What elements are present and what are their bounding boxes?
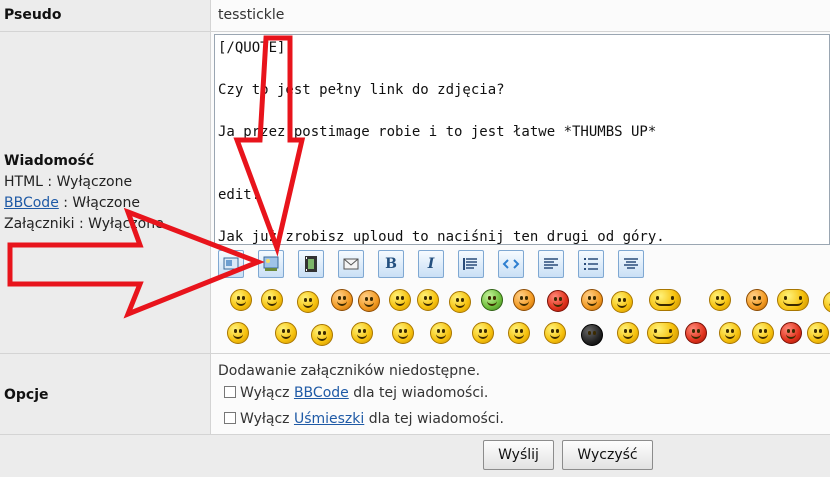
group-smiley-icon[interactable]: [777, 289, 809, 311]
smiley-icon[interactable]: [513, 289, 535, 311]
disable-prefix: Wyłącz: [240, 385, 290, 401]
code-button[interactable]: [498, 250, 524, 278]
smiley-icon[interactable]: [230, 289, 252, 311]
music-smiley-icon[interactable]: [611, 291, 633, 313]
email-button[interactable]: [338, 250, 364, 278]
group-smiley-icon[interactable]: [647, 322, 679, 344]
message-label: Wiadomość: [4, 153, 95, 169]
image-icon: [263, 256, 279, 271]
form-buttons-bar: Wyślij Wyczyść: [0, 435, 830, 477]
angry-smiley-icon[interactable]: [685, 322, 707, 344]
smiley-icon[interactable]: [275, 322, 297, 344]
sick-smiley-icon[interactable]: [481, 289, 503, 311]
smiley-icon[interactable]: [617, 322, 639, 344]
cool-smiley-icon[interactable]: [449, 291, 471, 313]
message-label-cell: Wiadomość HTML : Wyłączone BBCode : Włąc…: [0, 32, 211, 354]
smilies-link[interactable]: Uśmieszki: [294, 411, 364, 427]
smiley-icon[interactable]: [417, 289, 439, 311]
disable-bbcode-option: Wyłącz BBCode dla tej wiadomości.: [224, 385, 488, 401]
bbcode-status-line: BBCode : Włączone: [4, 193, 164, 214]
align-center-button[interactable]: [618, 250, 644, 278]
smiley-icon[interactable]: [709, 289, 731, 311]
disable-smilies-checkbox[interactable]: [224, 412, 236, 424]
bbcode-help-link[interactable]: BBCode: [4, 195, 59, 211]
list-icon: [584, 258, 598, 270]
wave-smiley-icon[interactable]: [430, 322, 452, 344]
option-suffix: dla tej wiadomości.: [353, 385, 489, 401]
list-button[interactable]: [578, 250, 604, 278]
smiley-icon[interactable]: [823, 291, 830, 313]
smiley-icon[interactable]: [358, 290, 380, 312]
attachments-note: Dodawanie załączników niedostępne.: [218, 363, 481, 379]
message-value-cell: [/QUOTE] Czy to jest pełny link do zdjęc…: [211, 32, 830, 354]
smiley-icon[interactable]: [392, 322, 414, 344]
film-button[interactable]: [298, 250, 324, 278]
tongue-smiley-icon[interactable]: [472, 322, 494, 344]
bold-button[interactable]: B: [378, 250, 404, 278]
options-value-cell: Dodawanie załączników niedostępne. Wyłąc…: [211, 354, 830, 435]
attachments-status: Załączniki : Wyłączone: [4, 216, 164, 232]
smiley-icon[interactable]: [389, 289, 411, 311]
code-icon: [502, 259, 520, 269]
disable-prefix: Wyłącz: [240, 411, 290, 427]
options-label-cell: Opcje: [0, 354, 211, 435]
email-icon: [343, 258, 359, 270]
film-icon: [305, 256, 317, 272]
pseudo-value-cell: tesstickle: [211, 0, 830, 32]
smiley-icon[interactable]: [752, 322, 774, 344]
bbcode-status: : Włączone: [58, 195, 140, 211]
italic-button[interactable]: I: [418, 250, 444, 278]
smiley-icon[interactable]: [351, 322, 373, 344]
smiley-icon[interactable]: [508, 322, 530, 344]
smiley-icon[interactable]: [227, 322, 249, 344]
option-suffix: dla tej wiadomości.: [368, 411, 504, 427]
smiley-icon[interactable]: [297, 291, 319, 313]
quote-button[interactable]: [458, 250, 484, 278]
send-button[interactable]: Wyślij: [483, 440, 554, 470]
image-button[interactable]: [258, 250, 284, 278]
html-status: HTML : Wyłączone: [4, 174, 133, 190]
smiley-icon[interactable]: [719, 322, 741, 344]
pseudo-label: Pseudo: [4, 7, 62, 23]
image-link-button[interactable]: [218, 250, 244, 278]
pseudo-label-cell: Pseudo: [0, 0, 211, 32]
disable-smilies-option: Wyłącz Uśmieszki dla tej wiadomości.: [224, 411, 504, 427]
align-left-icon: [544, 258, 558, 269]
clear-button[interactable]: Wyczyść: [562, 440, 653, 470]
smiley-icon[interactable]: [746, 289, 768, 311]
devil-smiley-icon[interactable]: [547, 290, 569, 312]
angel-smiley-icon[interactable]: [581, 289, 603, 311]
group-smiley-icon[interactable]: [649, 289, 681, 311]
quote-icon: [463, 258, 477, 270]
surprised-smiley-icon[interactable]: [331, 289, 353, 311]
post-form: Pseudo tesstickle Wiadomość HTML : Wyłąc…: [0, 0, 830, 477]
message-textarea[interactable]: [/QUOTE] Czy to jest pełny link do zdjęc…: [214, 34, 830, 245]
image-link-icon: [223, 257, 239, 270]
grin-smiley-icon[interactable]: [261, 289, 283, 311]
sos-smiley-icon[interactable]: [311, 324, 333, 346]
pseudo-value: tesstickle: [218, 7, 285, 23]
flower-icon[interactable]: [780, 322, 802, 344]
align-center-icon: [624, 258, 638, 269]
align-left-button[interactable]: [538, 250, 564, 278]
bbcode-link[interactable]: BBCode: [294, 385, 349, 401]
smiley-icon[interactable]: [544, 322, 566, 344]
options-label: Opcje: [4, 387, 49, 403]
disable-bbcode-checkbox[interactable]: [224, 386, 236, 398]
smiley-icon[interactable]: [807, 322, 829, 344]
bomb-icon[interactable]: [581, 324, 603, 346]
